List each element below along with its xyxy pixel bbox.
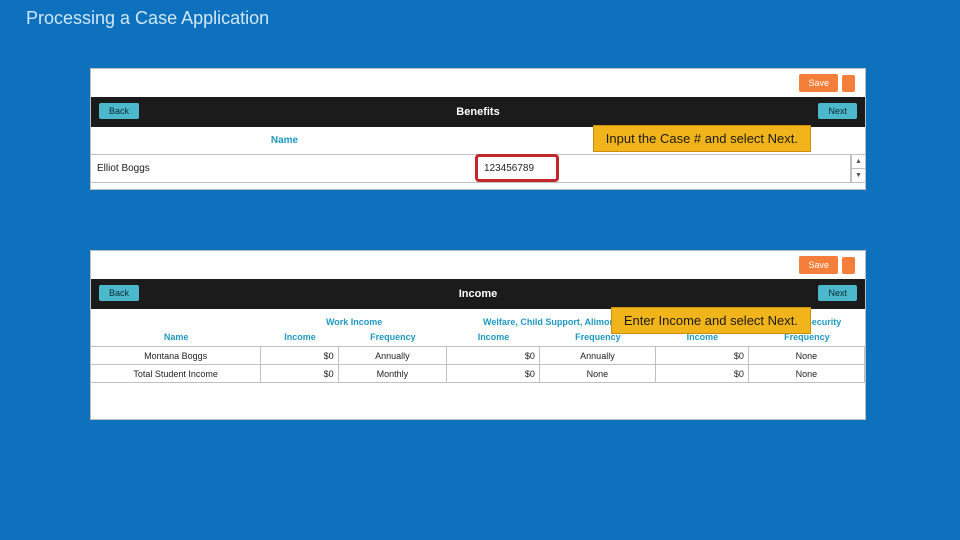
row-name[interactable]: Montana Boggs bbox=[91, 347, 261, 364]
row-pension-income[interactable]: $0 bbox=[656, 365, 749, 382]
next-button[interactable]: Next bbox=[818, 285, 857, 301]
case-number-input[interactable]: 123456789 bbox=[478, 155, 851, 182]
col-income-1: Income bbox=[261, 332, 338, 342]
income-row: Montana Boggs $0 Annually $0 Annually $0… bbox=[91, 347, 865, 365]
col-freq-1: Frequency bbox=[339, 332, 447, 342]
row-work-freq[interactable]: Monthly bbox=[339, 365, 447, 382]
benefits-data-row: Elliot Boggs 123456789 ▲ ▼ bbox=[91, 155, 865, 183]
case-number-stepper[interactable]: ▲ ▼ bbox=[851, 155, 865, 182]
group-work-income: Work Income bbox=[261, 317, 447, 327]
chevron-up-icon[interactable]: ▲ bbox=[852, 155, 865, 169]
benefits-panel: Save Back Benefits Next Input the Case #… bbox=[90, 68, 866, 190]
row-work-income[interactable]: $0 bbox=[261, 365, 338, 382]
row-pension-income[interactable]: $0 bbox=[656, 347, 749, 364]
row-work-freq[interactable]: Annually bbox=[339, 347, 447, 364]
save-button[interactable]: Save bbox=[799, 256, 838, 274]
col-income-2: Income bbox=[447, 332, 540, 342]
row-pension-freq[interactable]: None bbox=[749, 365, 865, 382]
income-navbar: Back Income Next Enter Income and select… bbox=[91, 279, 865, 309]
row-pension-freq[interactable]: None bbox=[749, 347, 865, 364]
chevron-down-icon[interactable]: ▼ bbox=[852, 169, 865, 182]
benefits-title: Benefits bbox=[456, 106, 499, 118]
toolbar-top: Save bbox=[91, 69, 865, 97]
row-welfare-income[interactable]: $0 bbox=[447, 347, 540, 364]
toolbar-bottom: Save bbox=[91, 251, 865, 279]
income-callout: Enter Income and select Next. bbox=[611, 307, 811, 334]
next-button[interactable]: Next bbox=[818, 103, 857, 119]
benefits-callout: Input the Case # and select Next. bbox=[593, 125, 811, 152]
name-cell[interactable]: Elliot Boggs bbox=[91, 155, 478, 182]
save-button[interactable]: Save bbox=[799, 74, 838, 92]
benefits-navbar: Back Benefits Next Input the Case # and … bbox=[91, 97, 865, 127]
income-panel: Save Back Income Next Enter Income and s… bbox=[90, 250, 866, 420]
row-welfare-freq[interactable]: None bbox=[540, 365, 656, 382]
income-title: Income bbox=[459, 288, 498, 300]
row-name[interactable]: Total Student Income bbox=[91, 365, 261, 382]
income-row: Total Student Income $0 Monthly $0 None … bbox=[91, 365, 865, 383]
slide-title: Processing a Case Application bbox=[26, 8, 269, 29]
row-work-income[interactable]: $0 bbox=[261, 347, 338, 364]
records-icon[interactable] bbox=[842, 75, 855, 92]
back-button[interactable]: Back bbox=[99, 103, 139, 119]
col-name: Name bbox=[91, 332, 261, 342]
row-welfare-income[interactable]: $0 bbox=[447, 365, 540, 382]
back-button[interactable]: Back bbox=[99, 285, 139, 301]
records-icon[interactable] bbox=[842, 257, 855, 274]
row-welfare-freq[interactable]: Annually bbox=[540, 347, 656, 364]
header-name: Name bbox=[91, 135, 478, 146]
